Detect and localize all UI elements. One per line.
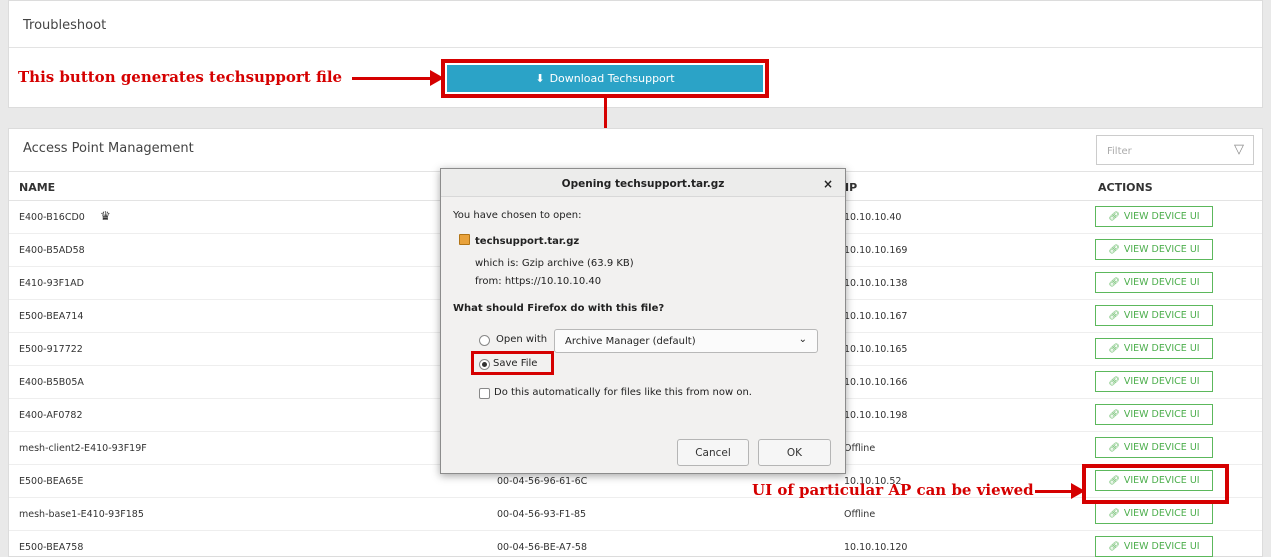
close-icon[interactable]: × <box>823 177 833 191</box>
link-icon: 🔗︎ <box>1108 211 1120 222</box>
view-device-ui-label: VIEW DEVICE UI <box>1123 508 1200 519</box>
table-row: E500-BEA758 00-04-56-BE-A7-58 10.10.10.120… <box>9 531 1262 557</box>
view-device-ui-button[interactable]: 🔗︎ VIEW DEVICE UI <box>1095 239 1213 260</box>
filter-placeholder: Filter <box>1107 146 1132 157</box>
ap-mac: 00-04-56-96-61-6C <box>497 476 588 487</box>
link-icon: 🔗︎ <box>1108 409 1120 420</box>
dialog-file-type: which is: Gzip archive (63.9 KB) <box>475 258 634 269</box>
table-row: mesh-base1-E410-93F185 00-04-56-93-F1-85 O… <box>9 498 1262 531</box>
ap-ip: 10.10.10.40 <box>844 212 902 223</box>
view-device-ui-label: VIEW DEVICE UI <box>1123 244 1200 255</box>
dialog-file-source: from: https://10.10.10.40 <box>475 276 602 287</box>
view-device-ui-label: VIEW DEVICE UI <box>1123 541 1200 552</box>
ap-ip: 10.10.10.120 <box>844 542 908 553</box>
view-device-ui-button[interactable]: 🔗︎ VIEW DEVICE UI <box>1095 272 1213 293</box>
ap-ip: 10.10.10.167 <box>844 311 908 322</box>
view-device-ui-label: VIEW DEVICE UI <box>1123 376 1200 387</box>
link-icon: 🔗︎ <box>1108 343 1120 354</box>
view-device-ui-button[interactable]: 🔗︎ VIEW DEVICE UI <box>1095 371 1213 392</box>
column-ip: IP <box>845 181 858 194</box>
view-device-ui-label: VIEW DEVICE UI <box>1123 310 1200 321</box>
chevron-down-icon: ⌄ <box>798 334 807 345</box>
link-icon: 🔗︎ <box>1108 442 1120 453</box>
column-name: NAME <box>19 181 56 194</box>
link-icon: 🔗︎ <box>1108 277 1120 288</box>
ap-name: mesh-base1-E410-93F185 <box>19 509 144 520</box>
ap-ip: 10.10.10.166 <box>844 377 908 388</box>
dialog-question: What should Firefox do with this file? <box>453 303 665 314</box>
apm-title: Access Point Management <box>23 141 194 156</box>
troubleshoot-title: Troubleshoot <box>23 18 107 33</box>
view-device-ui-button[interactable]: 🔗︎ VIEW DEVICE UI <box>1095 206 1213 227</box>
ap-name: E500-BEA758 <box>19 542 84 553</box>
dialog-title: Opening techsupport.tar.gz <box>441 169 845 197</box>
view-device-ui-button[interactable]: 🔗︎ VIEW DEVICE UI <box>1095 338 1213 359</box>
button-annotation: This button generates techsupport file <box>18 68 343 86</box>
ap-annotation: UI of particular AP can be viewed <box>752 481 1034 499</box>
ap-mac: 00-04-56-93-F1-85 <box>497 509 587 520</box>
ap-name: E400-B5B05A <box>19 377 84 388</box>
ap-ip: 10.10.10.198 <box>844 410 908 421</box>
ap-name: E500-BEA65E <box>19 476 84 487</box>
ap-ip: 10.10.10.169 <box>844 245 908 256</box>
ap-name: E400-B16CD0 <box>19 212 85 223</box>
open-with-value: Archive Manager (default) <box>565 336 696 347</box>
master-crown-icon: ♛ <box>100 209 111 223</box>
column-actions: ACTIONS <box>1098 181 1153 194</box>
ap-name: E500-917722 <box>19 344 83 355</box>
highlight-view-device <box>1082 464 1229 504</box>
open-with-select[interactable]: Archive Manager (default) ⌄ <box>554 329 818 353</box>
ap-ip: Offline <box>844 509 876 520</box>
highlight-download <box>441 59 769 98</box>
view-device-ui-button[interactable]: 🔗︎ VIEW DEVICE UI <box>1095 503 1213 524</box>
link-icon: 🔗︎ <box>1108 310 1120 321</box>
ok-button[interactable]: OK <box>758 439 831 466</box>
filter-icon[interactable]: ▽ <box>1234 142 1244 157</box>
dialog-filename: techsupport.tar.gz <box>459 234 579 247</box>
annotation-arrow <box>352 70 444 86</box>
ap-name: E400-AF0782 <box>19 410 83 421</box>
ap-name: mesh-client2-E410-93F19F <box>19 443 147 454</box>
annotation-arrow-ap <box>1035 483 1085 499</box>
filter-input[interactable]: Filter ▽ <box>1096 135 1254 165</box>
archive-icon <box>459 234 470 245</box>
cancel-button[interactable]: Cancel <box>677 439 749 466</box>
ap-ip: 10.10.10.138 <box>844 278 908 289</box>
view-device-ui-button[interactable]: 🔗︎ VIEW DEVICE UI <box>1095 404 1213 425</box>
link-icon: 🔗︎ <box>1108 541 1120 552</box>
ap-ip: Offline <box>844 443 876 454</box>
ap-ip: 10.10.10.165 <box>844 344 908 355</box>
open-with-radio[interactable] <box>479 335 490 346</box>
dialog-chosen-text: You have chosen to open: <box>453 210 582 221</box>
view-device-ui-button[interactable]: 🔗︎ VIEW DEVICE UI <box>1095 536 1213 557</box>
view-device-ui-label: VIEW DEVICE UI <box>1123 409 1200 420</box>
view-device-ui-label: VIEW DEVICE UI <box>1123 277 1200 288</box>
link-icon: 🔗︎ <box>1108 376 1120 387</box>
open-with-label: Open with <box>496 334 548 345</box>
view-device-ui-button[interactable]: 🔗︎ VIEW DEVICE UI <box>1095 305 1213 326</box>
view-device-ui-label: VIEW DEVICE UI <box>1123 343 1200 354</box>
ap-mac: 00-04-56-BE-A7-58 <box>497 542 588 553</box>
view-device-ui-label: VIEW DEVICE UI <box>1123 211 1200 222</box>
ap-name: E500-BEA714 <box>19 311 84 322</box>
auto-label: Do this automatically for files like thi… <box>494 387 752 398</box>
view-device-ui-label: VIEW DEVICE UI <box>1123 442 1200 453</box>
open-file-dialog: Opening techsupport.tar.gz × You have ch… <box>440 168 846 474</box>
ap-name: E400-B5AD58 <box>19 245 85 256</box>
link-icon: 🔗︎ <box>1108 508 1120 519</box>
view-device-ui-button[interactable]: 🔗︎ VIEW DEVICE UI <box>1095 437 1213 458</box>
filename-text: techsupport.tar.gz <box>475 236 580 247</box>
auto-checkbox[interactable] <box>479 388 490 399</box>
divider <box>9 47 1262 48</box>
link-icon: 🔗︎ <box>1108 244 1120 255</box>
highlight-save-file <box>471 351 554 375</box>
ap-name: E410-93F1AD <box>19 278 84 289</box>
